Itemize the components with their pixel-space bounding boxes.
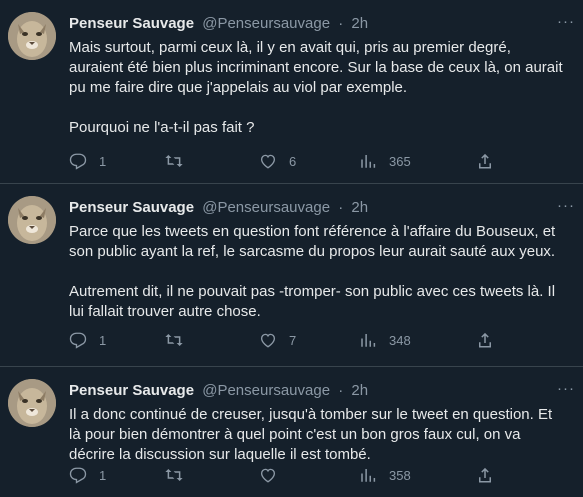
like-button[interactable]: 7 bbox=[259, 329, 296, 351]
reply-button[interactable]: 1 bbox=[69, 150, 106, 172]
avatar[interactable] bbox=[8, 379, 56, 427]
text-line: Autrement dit, il ne pouvait pas -trompe… bbox=[69, 283, 556, 300]
tweet-header: Penseur Sauvage @Penseursauvage · 2h bbox=[69, 381, 575, 401]
like-icon bbox=[260, 468, 276, 483]
views-icon bbox=[361, 469, 376, 482]
like-count: 6 bbox=[289, 153, 297, 169]
share-icon bbox=[479, 332, 491, 348]
share-button[interactable] bbox=[476, 150, 494, 172]
views-button[interactable]: 358 bbox=[359, 464, 411, 486]
author-handle[interactable]: @Penseursauvage bbox=[202, 382, 330, 399]
reply-icon bbox=[69, 332, 87, 349]
tweet-text: Mais surtout, parmi ceux là, il y en ava… bbox=[69, 38, 575, 138]
share-button[interactable] bbox=[476, 464, 494, 486]
more-icon[interactable]: ··· bbox=[557, 198, 575, 214]
like-button[interactable] bbox=[259, 464, 289, 486]
share-icon bbox=[479, 153, 491, 169]
views-icon bbox=[361, 334, 376, 347]
timestamp[interactable]: 2h bbox=[351, 382, 368, 399]
tweet[interactable]: Penseur Sauvage @Penseursauvage · 2h ···… bbox=[0, 0, 583, 184]
share-button[interactable] bbox=[476, 329, 494, 351]
reply-count: 1 bbox=[99, 467, 107, 483]
views-icon bbox=[361, 155, 376, 168]
reply-button[interactable]: 1 bbox=[69, 329, 106, 351]
reply-icon bbox=[69, 153, 87, 170]
view-count: 348 bbox=[389, 332, 411, 348]
author-handle[interactable]: @Penseursauvage bbox=[202, 199, 330, 216]
separator: · bbox=[338, 199, 344, 216]
more-icon[interactable]: ··· bbox=[557, 381, 575, 397]
tweet-text: Parce que les tweets en question font ré… bbox=[69, 222, 575, 322]
share-icon bbox=[479, 467, 491, 483]
views-button[interactable]: 365 bbox=[359, 150, 411, 172]
retweet-icon bbox=[165, 469, 183, 481]
text-line: Il a donc continué de creuser, jusqu'à t… bbox=[69, 406, 553, 423]
text-line: décrire la discussion sur laquelle il es… bbox=[69, 446, 371, 463]
views-button[interactable]: 348 bbox=[359, 329, 411, 351]
separator: · bbox=[338, 382, 344, 399]
like-icon bbox=[260, 333, 276, 348]
tweet[interactable]: Penseur Sauvage @Penseursauvage · 2h ···… bbox=[0, 367, 583, 497]
text-line: Mais surtout, parmi ceux là, il y en ava… bbox=[69, 39, 511, 56]
timeline-feed: Penseur Sauvage @Penseursauvage · 2h ···… bbox=[0, 0, 583, 486]
author-name[interactable]: Penseur Sauvage bbox=[69, 199, 194, 216]
more-icon[interactable]: ··· bbox=[557, 14, 575, 30]
author-handle[interactable]: @Penseursauvage bbox=[202, 15, 330, 32]
like-icon bbox=[260, 154, 276, 169]
view-count: 358 bbox=[389, 467, 411, 483]
text-line: pu me faire dire que j'appelais au viol … bbox=[69, 79, 408, 96]
tweet-actions: 1 7 348 bbox=[69, 329, 493, 351]
tweet-header: Penseur Sauvage @Penseursauvage · 2h bbox=[69, 14, 575, 34]
text-line: auraient été bien plus incriminant encor… bbox=[69, 59, 563, 76]
retweet-button[interactable] bbox=[164, 464, 196, 486]
author-name[interactable]: Penseur Sauvage bbox=[69, 382, 194, 399]
view-count: 365 bbox=[389, 153, 411, 169]
reply-count: 1 bbox=[99, 332, 107, 348]
avatar[interactable] bbox=[8, 196, 56, 244]
avatar[interactable] bbox=[8, 12, 56, 60]
timestamp[interactable]: 2h bbox=[351, 199, 368, 216]
text-line: son public ayant la ref, le sarcasme du … bbox=[69, 243, 556, 260]
reply-count: 1 bbox=[99, 153, 107, 169]
retweet-icon bbox=[165, 334, 183, 346]
like-count: 7 bbox=[289, 332, 297, 348]
like-button[interactable]: 6 bbox=[259, 150, 296, 172]
tweet[interactable]: Penseur Sauvage @Penseursauvage · 2h ···… bbox=[0, 184, 583, 367]
text-line: là pour bien démontrer à quel point c'es… bbox=[69, 426, 521, 443]
tweet-actions: 1 6 365 bbox=[69, 150, 493, 172]
tweet-text: Il a donc continué de creuser, jusqu'à t… bbox=[69, 405, 575, 465]
reply-icon bbox=[69, 467, 87, 484]
timestamp[interactable]: 2h bbox=[351, 15, 368, 32]
retweet-icon bbox=[165, 155, 183, 167]
separator: · bbox=[338, 15, 344, 32]
text-line: Pourquoi ne l'a-t-il pas fait ? bbox=[69, 119, 255, 136]
text-line: lui fallait trouver autre chose. bbox=[69, 303, 261, 320]
retweet-button[interactable] bbox=[164, 150, 196, 172]
tweet-header: Penseur Sauvage @Penseursauvage · 2h bbox=[69, 198, 575, 218]
retweet-button[interactable] bbox=[164, 329, 196, 351]
tweet-actions: 1 358 bbox=[69, 464, 493, 486]
text-line: Parce que les tweets en question font ré… bbox=[69, 223, 556, 240]
author-name[interactable]: Penseur Sauvage bbox=[69, 15, 194, 32]
reply-button[interactable]: 1 bbox=[69, 464, 106, 486]
